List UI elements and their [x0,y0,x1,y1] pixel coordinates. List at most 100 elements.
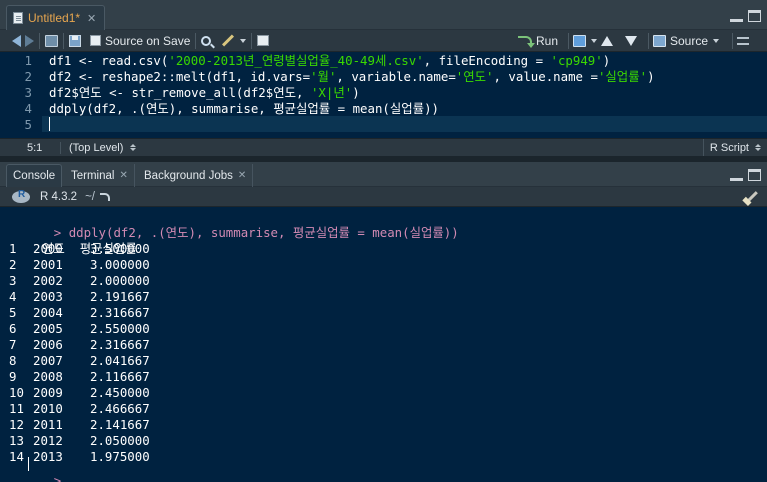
find-replace-button[interactable] [201,31,212,51]
result-row: 5 2004 2.316667 [9,305,309,321]
code-token: ) [352,85,360,100]
console-input-line[interactable]: > [9,457,61,482]
string-token: '연도' [455,69,494,84]
row-index: 4 [9,289,17,304]
editor-file-tab[interactable]: Untitled1* ✕ [6,5,106,30]
tab-terminal[interactable]: Terminal ✕ [65,164,135,187]
broom-icon[interactable] [745,191,758,204]
row-year: 2000 [33,241,63,256]
scope-selector[interactable]: (Top Level) [60,141,137,154]
row-index: 8 [9,353,17,368]
result-header: 연도 평균실업률 [9,225,137,256]
row-year: 2006 [33,337,63,352]
row-value: 2.191667 [90,289,150,304]
result-row: 13 2012 2.050000 [9,433,309,449]
code-token: ddply(df2, .(연도), summarise, 평균실업률 = mea… [49,101,440,116]
save-button[interactable] [69,31,81,51]
row-value: 3.500000 [90,241,150,256]
close-icon[interactable]: ✕ [87,12,96,25]
source-on-save-label: Source on Save [105,33,191,48]
tab-background-jobs-label: Background Jobs [144,169,233,182]
source-on-save-checkbox[interactable] [90,35,101,46]
result-row: 12 2011 2.141667 [9,417,309,433]
chevron-down-icon [713,38,720,43]
close-icon[interactable]: ✕ [119,170,127,181]
source-button[interactable]: Source [653,31,720,51]
row-year: 2011 [33,417,63,432]
toolbar-divider [195,32,197,49]
tab-console[interactable]: Console [6,164,63,187]
row-value: 2.316667 [90,305,150,320]
code-token: , value.name = [493,69,598,84]
cursor-position: 5:1 [27,141,43,154]
string-token: 'X|년' [310,85,353,100]
document-outline-button[interactable] [737,31,749,51]
row-index: 5 [9,305,17,320]
minimize-icon[interactable] [730,10,743,22]
rerun-button[interactable] [573,31,597,51]
r-logo-icon [12,189,30,203]
source-icon [653,34,666,47]
back-arrow-icon[interactable] [12,34,21,47]
toolbar-divider [648,32,649,49]
tab-console-label: Console [13,170,56,182]
go-to-directory-icon[interactable] [100,192,110,201]
toolbar-divider [251,32,253,49]
line-code: df1 <- read.csv('2000-2013년_연령별실업율_40-49… [49,53,610,69]
row-index: 6 [9,321,17,336]
toolbar-divider [63,32,64,49]
row-value: 1.975000 [90,449,150,464]
file-type-selector[interactable]: R Script [702,139,767,156]
working-directory[interactable]: ~/ [85,191,95,203]
row-index: 3 [9,273,17,288]
tab-terminal-label: Terminal [71,169,115,182]
source-editor-pane: Untitled1* ✕ Source on Save Run Source 1… [0,0,767,156]
code-token: df2 <- reshape2::melt(df1, id.vars= [49,69,311,84]
row-index: 13 [9,433,24,448]
line-number: 1 [24,53,32,68]
console-command: ddply(df2, .(연도), summarise, 평균실업률 = mea… [68,225,459,240]
console-prompt: > [53,473,62,482]
row-year: 2007 [33,353,63,368]
show-in-window-button[interactable] [45,31,58,51]
code-token: ) [647,69,655,84]
line-code: df2 <- reshape2::melt(df1, id.vars='월', … [49,69,655,85]
result-row: 2 2001 3.000000 [9,257,309,273]
console-output[interactable]: > ddply(df2, .(연도), summarise, 평균실업률 = m… [0,207,767,482]
source-on-save-toggle[interactable]: Source on Save [90,31,190,51]
tab-background-jobs[interactable]: Background Jobs ✕ [138,164,254,187]
row-year: 2008 [33,369,63,384]
code-tools-button[interactable] [221,31,247,51]
row-year: 2004 [33,305,63,320]
line-code: ddply(df2, .(연도), summarise, 평균실업률 = mea… [49,101,439,117]
result-row: 4 2003 2.191667 [9,289,309,305]
result-row: 3 2002 2.000000 [9,273,309,289]
up-down-icon [130,144,137,151]
line-number: 2 [24,69,32,84]
save-icon [69,34,81,47]
line-code: df2$연도 <- str_remove_all(df2$연도, 'X|년') [49,85,360,101]
console-tab-bar: Console Terminal ✕ Background Jobs ✕ [0,162,767,187]
compile-report-button[interactable] [257,31,270,51]
close-icon[interactable]: ✕ [238,170,246,181]
result-row: 11 2010 2.466667 [9,401,309,417]
minimize-icon[interactable] [730,169,743,181]
r-file-icon [13,12,23,24]
forward-arrow-icon[interactable] [25,34,34,47]
code-token: ) [602,53,611,68]
run-button[interactable]: Run [518,31,558,51]
code-line: 3 df2$연도 <- str_remove_all(df2$연도, 'X|년') [0,85,767,101]
maximize-icon[interactable] [748,169,761,181]
maximize-icon[interactable] [748,10,761,22]
code-editor[interactable]: 1 df1 <- read.csv('2000-2013년_연령별실업율_40-4… [0,52,767,138]
row-year: 2003 [33,289,63,304]
string-token: 'cp949' [550,53,603,68]
previous-section-button[interactable] [601,31,613,51]
next-section-button[interactable] [625,31,637,51]
toolbar-divider [39,32,40,49]
row-index: 1 [9,241,17,256]
console-command-line: > ddply(df2, .(연도), summarise, 평균실업률 = m… [9,209,459,240]
code-line: 5 [0,117,767,133]
result-row: 7 2006 2.316667 [9,337,309,353]
row-index: 11 [9,401,24,416]
